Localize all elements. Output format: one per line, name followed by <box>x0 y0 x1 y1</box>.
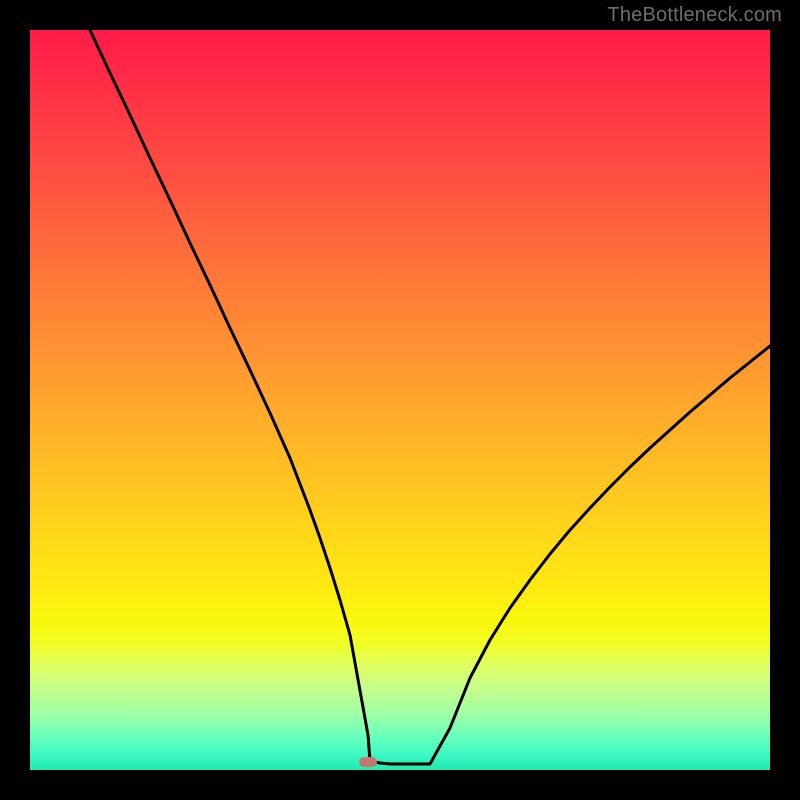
bottleneck-curve <box>90 30 770 764</box>
watermark-text: TheBottleneck.com <box>607 4 782 27</box>
marker-point <box>359 757 377 767</box>
curve-svg <box>30 30 770 770</box>
chart-frame: TheBottleneck.com <box>0 0 800 800</box>
plot-area <box>30 30 770 770</box>
